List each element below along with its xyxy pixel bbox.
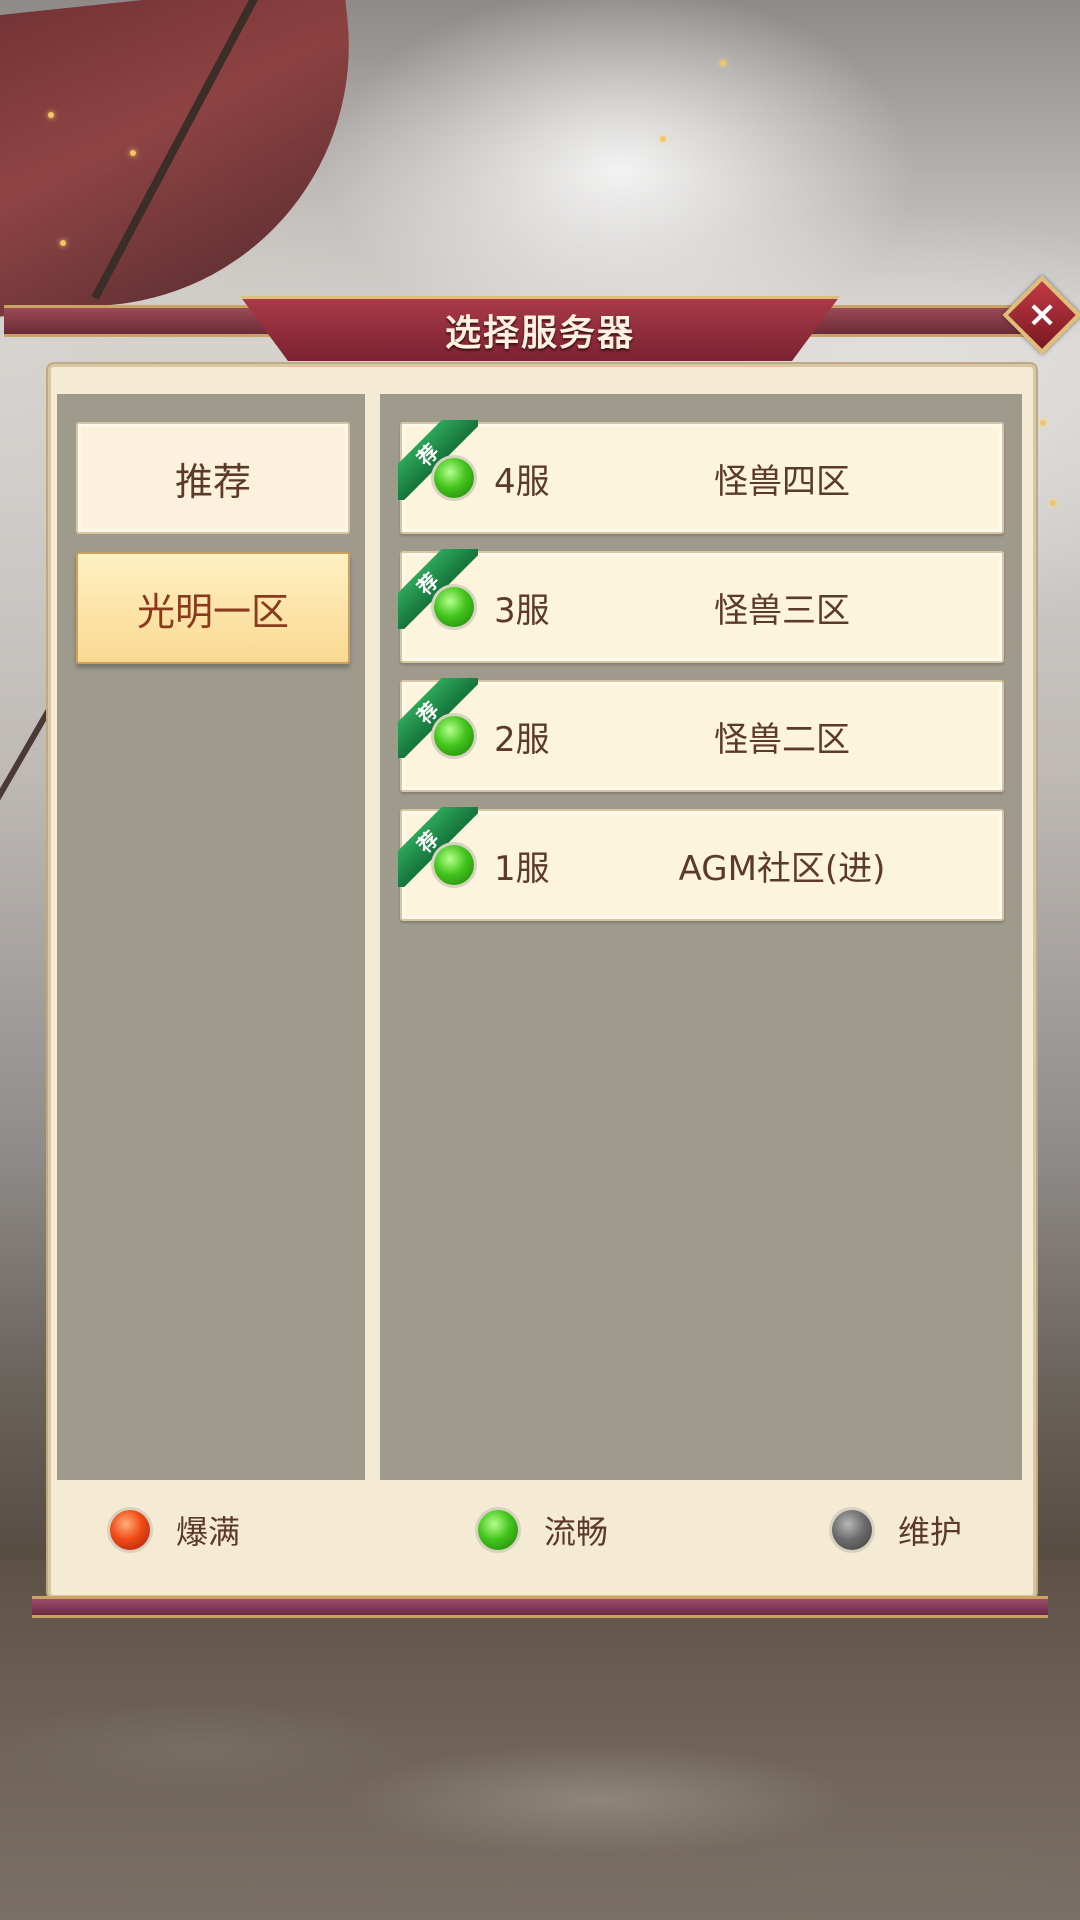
tab-region-guangming-1[interactable]: 光明一区 — [76, 552, 350, 664]
server-name: 怪兽二区 — [714, 720, 850, 760]
dialog-title: 选择服务器 — [444, 313, 635, 354]
spark — [130, 150, 136, 156]
spark — [48, 112, 54, 118]
spark — [1040, 420, 1046, 426]
legend-label: 流畅 — [544, 1513, 609, 1551]
close-icon: × — [1026, 293, 1058, 335]
status-smooth-icon — [434, 845, 474, 885]
spark — [720, 60, 726, 66]
server-name: 怪兽三区 — [714, 591, 850, 631]
title-plate: 选择服务器 — [240, 296, 840, 361]
server-number: 2服 — [494, 720, 550, 760]
server-name: 怪兽四区 — [714, 462, 850, 502]
footer-bar — [32, 1596, 1048, 1618]
server-item[interactable]: 荐 1服 AGM社区(进) — [398, 807, 1004, 921]
server-number: 3服 — [494, 591, 550, 631]
server-item[interactable]: 荐 3服 怪兽三区 — [398, 549, 1004, 663]
status-smooth-icon — [434, 587, 474, 627]
spark — [1050, 500, 1056, 506]
server-number: 1服 — [494, 849, 550, 889]
status-maintenance-icon — [832, 1510, 872, 1550]
spark — [60, 240, 66, 246]
spark — [660, 136, 666, 142]
server-item[interactable]: 荐 4服 怪兽四区 — [398, 420, 1004, 534]
server-name: AGM社区(进) — [678, 849, 886, 889]
tab-label: 推荐 — [174, 459, 251, 504]
status-full-icon — [110, 1510, 150, 1550]
server-item[interactable]: 荐 2服 怪兽二区 — [398, 678, 1004, 792]
tab-recommended[interactable]: 推荐 — [76, 422, 350, 534]
legend-label: 维护 — [898, 1513, 963, 1551]
status-smooth-icon — [434, 458, 474, 498]
legend-full: 爆满 — [110, 1506, 240, 1554]
legend-smooth: 流畅 — [478, 1506, 608, 1554]
tab-label: 光明一区 — [136, 589, 289, 634]
legend-label: 爆满 — [176, 1513, 241, 1551]
legend-maintenance: 维护 — [832, 1506, 962, 1554]
server-number: 4服 — [494, 462, 550, 502]
status-smooth-icon — [478, 1510, 518, 1550]
status-smooth-icon — [434, 716, 474, 756]
